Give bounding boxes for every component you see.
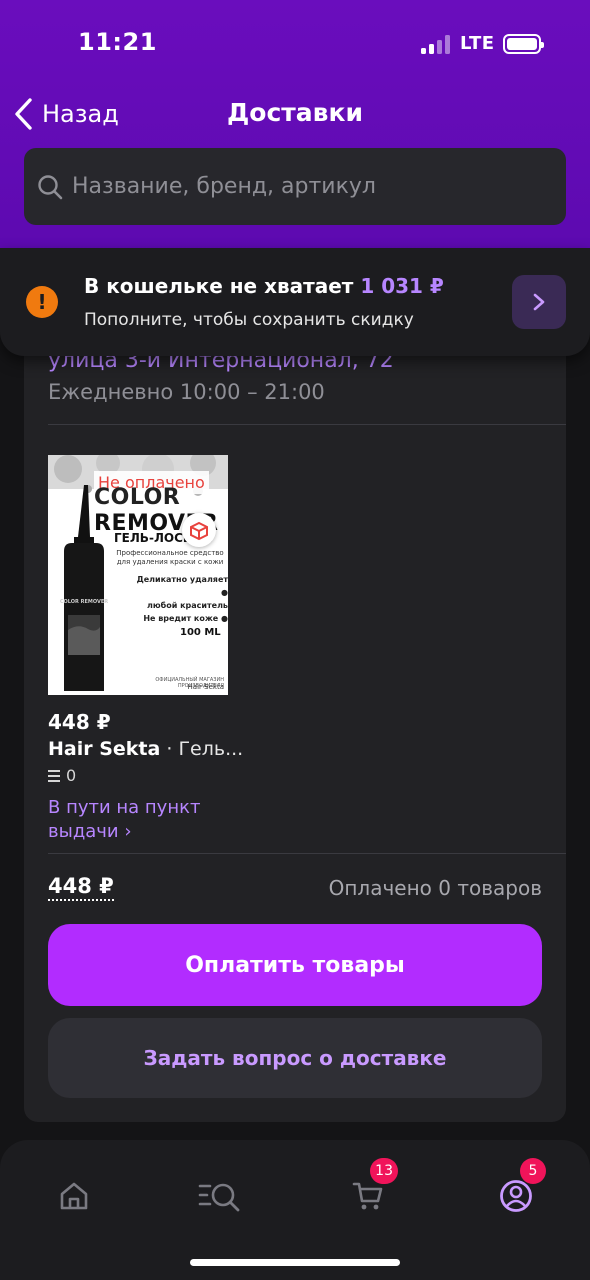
package-title-line1: COLOR <box>94 485 181 510</box>
wallet-title: В кошельке не хватает 1 031 ₽ <box>84 274 444 298</box>
chevron-left-icon <box>15 98 32 130</box>
tab-home[interactable] <box>46 1168 102 1224</box>
item-name: · Гель... <box>160 738 244 760</box>
status-time: 11:21 <box>78 28 157 56</box>
ask-question-button[interactable]: Задать вопрос о доставке <box>48 1018 542 1098</box>
package-volume: 100 ML <box>180 627 221 638</box>
tab-cart[interactable]: 13 <box>340 1158 398 1224</box>
header: 11:21 LTE Назад Доставки <box>0 0 590 248</box>
package-bullet: Не вредит коже ● <box>143 614 228 623</box>
package-bullet: Деликатно удаляет ● <box>136 575 228 597</box>
item-brand: Hair Sekta <box>48 738 161 760</box>
total-price[interactable]: 448 ₽ <box>48 874 114 901</box>
package-bullets: Деликатно удаляет ● любой краситель Не в… <box>134 573 228 625</box>
package-footer-brand: Hair Sekta <box>187 683 224 691</box>
search-input[interactable] <box>72 174 566 199</box>
search-bar[interactable] <box>24 148 566 225</box>
alert-icon: ! <box>26 286 58 318</box>
wallet-amount: 1 031 ₽ <box>360 274 444 298</box>
back-label: Назад <box>42 100 119 128</box>
back-button[interactable]: Назад <box>12 96 119 132</box>
wallet-open-button[interactable] <box>512 275 566 329</box>
search-icon <box>38 174 63 199</box>
package-description: Профессиональное средство для удаления к… <box>116 549 224 566</box>
package-bullet: любой краситель <box>147 601 228 610</box>
item-quantity: 0 <box>48 766 76 785</box>
quantity-value: 0 <box>66 766 77 785</box>
divider <box>48 424 566 425</box>
network-type: LTE <box>460 33 495 54</box>
paid-items-count: Оплачено 0 товаров <box>328 876 542 900</box>
delivery-card: улица 3-й Интернационал, 72 Ежедневно 10… <box>24 300 566 1122</box>
profile-icon <box>500 1180 532 1212</box>
cart-icon <box>352 1182 383 1210</box>
wallet-subtitle: Пополните, чтобы сохранить скидку <box>84 310 414 330</box>
signal-icon <box>421 34 451 54</box>
item-price: 448 ₽ <box>48 710 111 734</box>
wallet-title-text: В кошельке не хватает <box>84 274 354 298</box>
chevron-right-icon <box>533 293 545 311</box>
item-title[interactable]: Hair Sekta · Гель... <box>48 738 248 760</box>
delivery-status-link[interactable]: В пути на пункт выдачи › <box>48 796 218 844</box>
divider <box>48 853 566 854</box>
bottle-label: COLOR REMOVER <box>60 599 108 605</box>
tab-profile[interactable]: 5 <box>488 1158 546 1224</box>
tab-catalog[interactable] <box>192 1168 248 1224</box>
catalog-search-icon <box>198 1183 240 1212</box>
wallet-banner[interactable]: ! В кошельке не хватает 1 031 ₽ Пополнит… <box>0 248 590 356</box>
pay-button[interactable]: Оплатить товары <box>48 924 542 1006</box>
pickup-hours: Ежедневно 10:00 – 21:00 <box>48 380 325 404</box>
product-image[interactable]: COLOR REMOVER Не оплачено COLOR REMOVER … <box>48 455 228 695</box>
home-icon <box>60 1182 88 1210</box>
store-sticker-icon <box>182 513 216 547</box>
cart-badge: 13 <box>370 1158 398 1184</box>
profile-badge: 5 <box>520 1158 546 1184</box>
home-indicator <box>190 1259 400 1266</box>
battery-icon <box>503 34 544 54</box>
list-icon <box>48 769 60 782</box>
